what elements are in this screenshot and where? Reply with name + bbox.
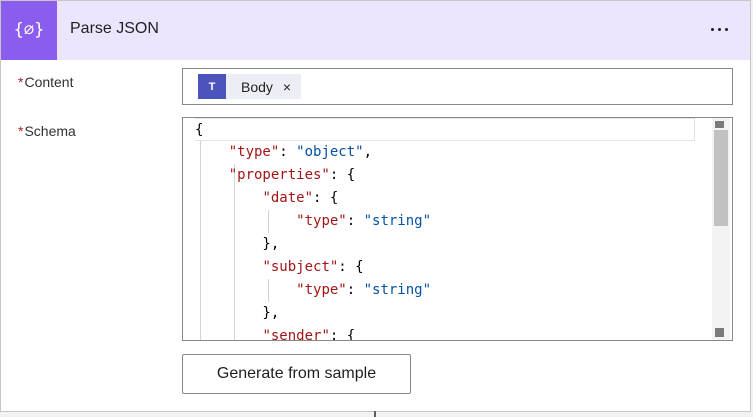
code-token: "object" [296, 144, 364, 160]
code-line: }, [195, 233, 709, 256]
schema-editor[interactable]: { "type": "object", "properties": { "dat… [182, 117, 733, 341]
action-title[interactable]: Parse JSON [70, 20, 159, 38]
schema-code[interactable]: { "type": "object", "properties": { "dat… [195, 118, 709, 340]
code-line: "type": "string" [195, 210, 709, 233]
code-token: }, [195, 305, 280, 321]
code-token: "type" [296, 213, 347, 229]
code-line: "sender": { [195, 325, 709, 340]
code-token: , [363, 144, 373, 160]
more-options-icon[interactable] [701, 15, 737, 43]
code-token: : { [313, 190, 339, 206]
code-token: "string" [363, 282, 432, 298]
content-label: *Content [18, 74, 74, 90]
generate-from-sample-button[interactable]: Generate from sample [182, 354, 411, 394]
code-token: : { [338, 259, 364, 275]
required-asterisk: * [18, 123, 24, 139]
code-line: "type": "object", [195, 141, 709, 164]
code-token: : [279, 144, 297, 160]
scroll-down-arrow[interactable] [715, 328, 724, 337]
teams-icon: T [198, 74, 226, 99]
schema-label: *Schema [18, 123, 76, 139]
code-token: : [346, 213, 364, 229]
code-line: "date": { [195, 187, 709, 210]
code-token: "type" [228, 144, 280, 160]
code-line: "type": "string" [195, 279, 709, 302]
code-line: { [195, 118, 695, 141]
code-token: "sender" [262, 328, 330, 340]
code-line: }, [195, 302, 709, 325]
code-token: "subject" [262, 259, 339, 275]
code-token: : { [329, 328, 356, 340]
scroll-up-arrow[interactable] [715, 121, 724, 128]
dynamic-content-token[interactable]: T Body × [198, 74, 301, 99]
code-line: "subject": { [195, 256, 709, 279]
data-operation-icon: {⌀} [1, 1, 57, 60]
code-line: "properties": { [195, 164, 709, 187]
code-token: : { [329, 167, 356, 183]
required-asterisk: * [18, 74, 24, 90]
scroll-thumb[interactable] [714, 130, 728, 226]
action-header[interactable]: {⌀} Parse JSON [1, 1, 750, 60]
code-token: "properties" [228, 167, 330, 183]
editor-scrollbar[interactable] [712, 118, 730, 340]
flow-connector [374, 411, 376, 417]
code-token: : [346, 282, 364, 298]
parse-json-card: {⌀} Parse JSON *Content T Body × *Schema… [0, 0, 751, 412]
token-label: Body [241, 78, 273, 95]
content-input[interactable]: T Body × [182, 68, 733, 105]
remove-token-icon[interactable]: × [283, 79, 291, 95]
code-token: "type" [296, 282, 347, 298]
code-token: "date" [262, 190, 314, 206]
code-token: "string" [363, 213, 432, 229]
code-token: }, [195, 236, 280, 252]
code-token: { [195, 122, 204, 138]
